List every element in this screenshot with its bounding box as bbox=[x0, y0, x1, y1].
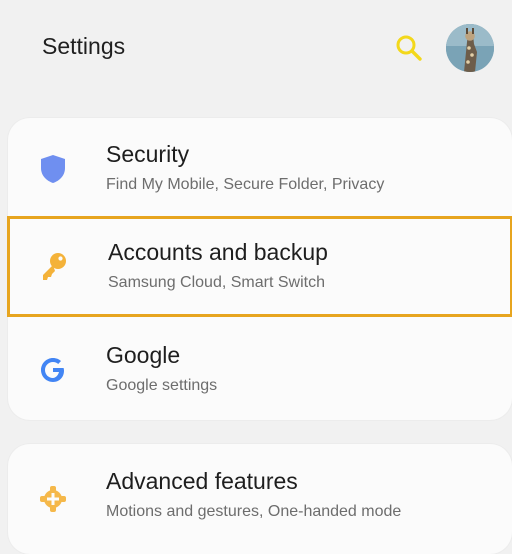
settings-item-subtitle: Motions and gestures, One-handed mode bbox=[106, 503, 402, 520]
giraffe-avatar bbox=[446, 24, 494, 72]
settings-item-subtitle: Google settings bbox=[106, 377, 218, 394]
settings-item-accounts-backup[interactable]: Accounts and backup Samsung Cloud, Smart… bbox=[7, 216, 512, 317]
profile-avatar[interactable] bbox=[446, 24, 494, 72]
settings-item-subtitle: Find My Mobile, Secure Folder, Privacy bbox=[106, 176, 385, 193]
google-icon bbox=[36, 353, 70, 387]
puzzle-icon bbox=[36, 482, 70, 516]
page-title: Settings bbox=[42, 33, 126, 59]
search-icon bbox=[396, 35, 422, 61]
search-button[interactable] bbox=[394, 33, 424, 63]
settings-item-title: Accounts and backup bbox=[108, 239, 328, 265]
settings-item-security[interactable]: Security Find My Mobile, Secure Folder, … bbox=[8, 118, 512, 219]
settings-item-advanced-features[interactable]: Advanced features Motions and gestures, … bbox=[8, 444, 512, 545]
settings-item-subtitle: Samsung Cloud, Smart Switch bbox=[108, 274, 325, 291]
settings-item-title: Advanced features bbox=[106, 468, 298, 494]
shield-icon bbox=[36, 152, 70, 186]
key-icon bbox=[37, 250, 71, 284]
settings-card-advanced: Advanced features Motions and gestures, … bbox=[8, 444, 512, 554]
settings-card-main: Security Find My Mobile, Secure Folder, … bbox=[7, 118, 512, 420]
settings-item-title: Google bbox=[106, 342, 181, 368]
app-header: Settings bbox=[0, 0, 512, 100]
settings-item-title: Security bbox=[106, 141, 190, 167]
settings-item-google[interactable]: Google Google settings bbox=[8, 319, 512, 420]
